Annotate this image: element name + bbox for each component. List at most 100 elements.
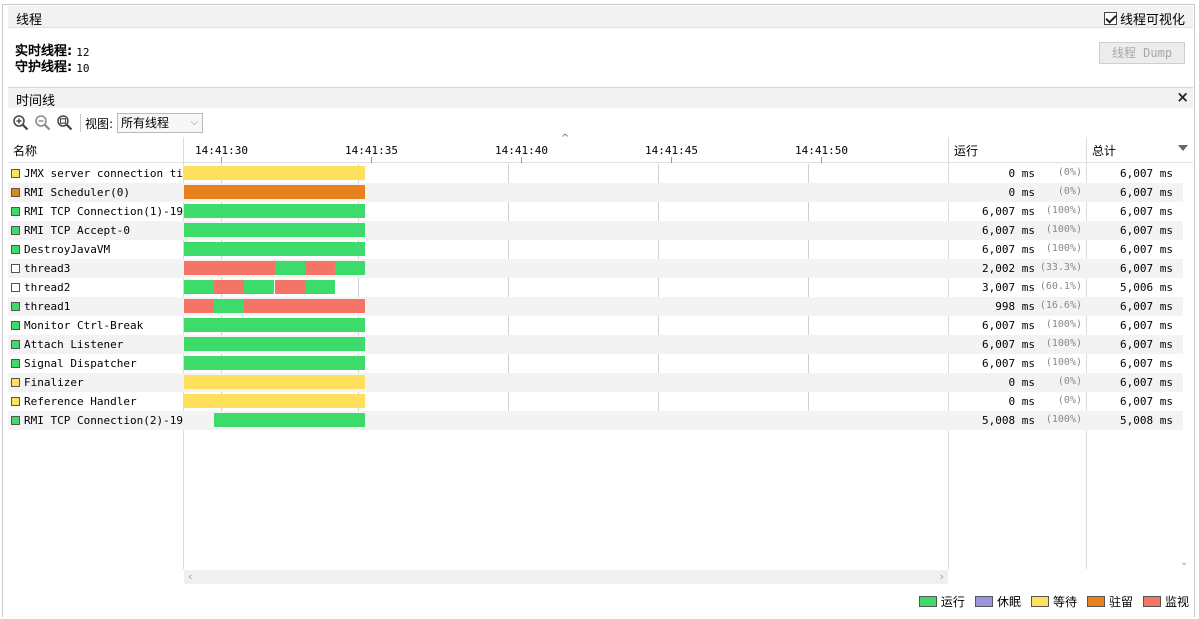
state-segment-running bbox=[305, 280, 335, 294]
thread-name: RMI TCP Connection(2)-192.168 bbox=[24, 414, 183, 427]
legend-label: 等待 bbox=[1052, 595, 1077, 609]
thread-total-time: 6,007 ms bbox=[1120, 224, 1173, 237]
state-segment-monitor bbox=[184, 299, 214, 313]
table-row[interactable]: Finalizer 0 ms (0%) 6,007 ms bbox=[8, 373, 1183, 392]
threads-panel-title: 线程 bbox=[16, 13, 43, 28]
thread-total-time: 6,007 ms bbox=[1120, 300, 1173, 313]
thread-state-swatch bbox=[11, 302, 20, 311]
checkbox-checked-icon[interactable] bbox=[1103, 12, 1117, 25]
state-segment-monitor bbox=[214, 280, 244, 294]
time-tick-mark bbox=[671, 157, 672, 163]
thread-running-time: 2,002 ms bbox=[982, 262, 1035, 275]
column-header-name[interactable]: 名称 bbox=[13, 137, 37, 163]
state-segment-running bbox=[214, 299, 244, 313]
thread-state-swatch bbox=[11, 321, 20, 330]
thread-running-percent: (100%) bbox=[1045, 243, 1082, 254]
table-row[interactable]: thread1 998 ms (16.6%) 6,007 ms bbox=[8, 297, 1183, 316]
thread-state-swatch bbox=[11, 397, 20, 406]
state-segment-running bbox=[184, 223, 365, 237]
horizontal-scrollbar[interactable]: ‹ › bbox=[184, 570, 948, 584]
column-header-total[interactable]: 总计 bbox=[1092, 137, 1116, 163]
table-row[interactable]: RMI TCP Accept-0 6,007 ms (100%) 6,007 ms bbox=[8, 221, 1183, 240]
thread-total-time: 5,006 ms bbox=[1120, 281, 1173, 294]
column-header-running[interactable]: 运行 bbox=[954, 137, 978, 163]
timeline-panel-title: 时间线 bbox=[16, 94, 56, 109]
scroll-right-icon[interactable]: › bbox=[940, 570, 944, 583]
state-legend: 运行 休眠 等待 驻留 监视 bbox=[918, 593, 1189, 610]
time-tick-mark bbox=[371, 157, 372, 163]
table-row[interactable]: RMI Scheduler(0) 0 ms (0%) 6,007 ms bbox=[8, 183, 1183, 202]
thread-name: thread2 bbox=[24, 281, 71, 294]
visualize-threads-checkbox[interactable]: 线程可视化 bbox=[1103, 9, 1185, 28]
legend-label: 驻留 bbox=[1108, 595, 1133, 609]
state-segment-running bbox=[184, 337, 365, 351]
legend-item-waiting: 等待 bbox=[1030, 593, 1077, 610]
table-row[interactable]: Signal Dispatcher 6,007 ms (100%) 6,007 ms bbox=[8, 354, 1183, 373]
state-segment-running bbox=[184, 242, 365, 256]
thread-name-cell: RMI TCP Connection(1)-192.168 bbox=[11, 204, 183, 219]
table-row[interactable]: RMI TCP Connection(2)-192.168 5,008 ms (10… bbox=[8, 411, 1183, 430]
state-segment-running bbox=[275, 261, 305, 275]
zoom-out-icon[interactable] bbox=[32, 112, 54, 134]
live-threads-value: 12 bbox=[76, 46, 90, 59]
thread-running-time: 5,008 ms bbox=[982, 414, 1035, 427]
time-tick-mark bbox=[821, 157, 822, 163]
thread-timeline-bar bbox=[184, 204, 365, 218]
zoom-fit-icon[interactable] bbox=[54, 112, 76, 134]
thread-total-time: 6,007 ms bbox=[1120, 376, 1173, 389]
thread-total-time: 6,007 ms bbox=[1120, 262, 1173, 275]
state-segment-monitor bbox=[305, 261, 335, 275]
scroll-down-icon[interactable]: ⌄ bbox=[1180, 557, 1188, 568]
vertical-scrollbar[interactable]: ⌄ bbox=[1179, 163, 1191, 568]
thread-name-cell: Attach Listener bbox=[11, 337, 183, 352]
table-row[interactable]: Reference Handler 0 ms (0%) 6,007 ms bbox=[8, 392, 1183, 411]
legend-label: 休眠 bbox=[996, 595, 1021, 609]
view-select[interactable]: 所有线程 ⌵ bbox=[117, 113, 204, 133]
thread-running-percent: (0%) bbox=[1057, 376, 1082, 387]
time-tick-label: 14:41:40 bbox=[495, 144, 548, 157]
state-segment-parked bbox=[184, 185, 365, 199]
thread-name-cell: thread3 bbox=[11, 261, 183, 276]
table-row[interactable]: JMX server connection timeout 0 ms (0%) 6,0… bbox=[8, 164, 1183, 183]
table-row[interactable]: Attach Listener 6,007 ms (100%) 6,007 ms bbox=[8, 335, 1183, 354]
thread-state-swatch bbox=[11, 359, 20, 368]
thread-running-percent: (100%) bbox=[1045, 205, 1082, 216]
thread-running-time: 6,007 ms bbox=[982, 357, 1035, 370]
thread-name: RMI Scheduler(0) bbox=[24, 186, 130, 199]
thread-running-percent: (100%) bbox=[1045, 357, 1082, 368]
scroll-left-icon[interactable]: ‹ bbox=[188, 570, 192, 583]
state-segment-running bbox=[184, 318, 365, 332]
table-row[interactable]: Monitor Ctrl-Break 6,007 ms (100%) 6,007 ms bbox=[8, 316, 1183, 335]
table-row[interactable]: thread3 2,002 ms (33.3%) 6,007 ms bbox=[8, 259, 1183, 278]
legend-swatch bbox=[974, 596, 993, 607]
live-threads-label: 实时线程: bbox=[15, 44, 73, 59]
thread-name: Signal Dispatcher bbox=[24, 357, 137, 370]
table-row[interactable]: DestroyJavaVM 6,007 ms (100%) 6,007 ms bbox=[8, 240, 1183, 259]
thread-total-time: 6,007 ms bbox=[1120, 243, 1173, 256]
thread-total-time: 5,008 ms bbox=[1120, 414, 1173, 427]
thread-name: JMX server connection timeout bbox=[24, 167, 183, 180]
zoom-in-icon[interactable] bbox=[10, 112, 32, 134]
state-segment-monitor bbox=[244, 299, 365, 313]
daemon-threads-value: 10 bbox=[76, 62, 90, 75]
state-segment-waiting bbox=[184, 166, 365, 180]
legend-item-parked: 驻留 bbox=[1086, 593, 1133, 610]
thread-state-swatch bbox=[11, 416, 20, 425]
thread-dump-button[interactable]: 线程 Dump bbox=[1099, 42, 1185, 64]
state-segment-monitor bbox=[275, 280, 305, 294]
thread-name: Reference Handler bbox=[24, 395, 137, 408]
thread-name-cell: RMI TCP Accept-0 bbox=[11, 223, 183, 238]
close-icon[interactable]: × bbox=[1176, 88, 1189, 106]
time-tick-mark bbox=[221, 157, 222, 163]
column-menu-icon[interactable] bbox=[1178, 145, 1188, 151]
thread-state-swatch bbox=[11, 226, 20, 235]
thread-name: RMI TCP Accept-0 bbox=[24, 224, 130, 237]
table-row[interactable]: RMI TCP Connection(1)-192.168 6,007 ms (10… bbox=[8, 202, 1183, 221]
thread-timeline-bar bbox=[184, 394, 365, 408]
thread-running-time: 0 ms bbox=[1008, 376, 1036, 389]
thread-state-swatch bbox=[11, 378, 20, 387]
thread-timeline-bar bbox=[184, 356, 365, 370]
thread-name: Attach Listener bbox=[24, 338, 124, 351]
time-tick-mark bbox=[521, 157, 522, 163]
table-row[interactable]: thread2 3,007 ms (60.1%) 5,006 ms bbox=[8, 278, 1183, 297]
